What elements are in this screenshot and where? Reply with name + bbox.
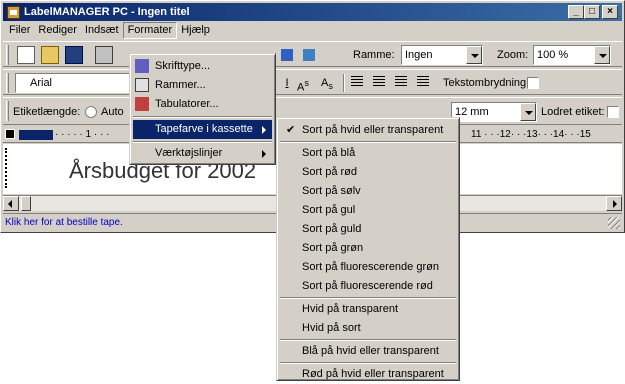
maximize-button[interactable]: □ (584, 5, 600, 19)
menu-rediger[interactable]: Rediger (34, 22, 81, 39)
window-title: LabelMANAGER PC - Ingen titel (24, 6, 190, 18)
toolbar-grip[interactable] (6, 45, 9, 65)
frame-icon (135, 78, 149, 92)
vertical-checkbox[interactable] (607, 106, 619, 118)
tape-option-sort-guld[interactable]: Sort på guld (280, 220, 456, 239)
menu-item-rammer[interactable]: Rammer... (133, 76, 272, 95)
font-icon (135, 59, 149, 73)
menu-item-tabulatorer[interactable]: Tabulatorer... (133, 95, 272, 114)
superscript-button[interactable]: As (293, 74, 313, 94)
insert-picture-icon[interactable] (301, 46, 319, 64)
subscript-button[interactable]: As (317, 74, 337, 92)
tape-option-sort-fluo-groen[interactable]: Sort på fluorescerende grøn (280, 258, 456, 277)
auto-radio[interactable] (85, 106, 97, 118)
tape-width-select[interactable]: 12 mm (451, 102, 537, 122)
menu-filer[interactable]: Filer (5, 22, 34, 39)
menu-item-skrifttype[interactable]: Skrifttype... (133, 57, 272, 76)
zoom-select[interactable]: 100 % (533, 45, 611, 65)
tape-option-sort-groen[interactable]: Sort på grøn (280, 239, 456, 258)
menu-formater[interactable]: Formater (122, 22, 178, 39)
print-icon[interactable] (95, 46, 113, 64)
menu-bar: Filer Rediger Indsæt Formater Hjælp (3, 22, 622, 39)
chevron-down-icon[interactable] (594, 46, 610, 64)
tab-icon (135, 97, 149, 111)
menu-indsaet[interactable]: Indsæt (81, 22, 123, 39)
wrap-checkbox[interactable] (527, 77, 539, 89)
scroll-right-icon[interactable] (606, 196, 622, 211)
align-right-icon[interactable] (395, 76, 407, 88)
new-file-icon[interactable] (17, 46, 35, 64)
tape-option-hvid-sort[interactable]: Hvid på sort (280, 319, 456, 338)
minimize-button[interactable]: _ (568, 5, 584, 19)
tape-color-menu: ✔ Sort på hvid eller transparent Sort på… (276, 117, 460, 381)
scroll-thumb[interactable] (21, 196, 31, 211)
tape-option-hvid-transparent[interactable]: Hvid på transparent (280, 300, 456, 319)
tape-option-sort-blaa[interactable]: Sort på blå (280, 144, 456, 163)
title-bar: LabelMANAGER PC - Ingen titel _ □ × (3, 3, 622, 21)
formater-menu: Skrifttype... Rammer... Tabulatorer... T… (129, 53, 276, 165)
save-icon[interactable] (65, 46, 83, 64)
tape-option-sort-roed[interactable]: Sort på rød (280, 163, 456, 182)
close-button[interactable]: × (602, 5, 618, 19)
label-length-label: Etiketlængde: (13, 106, 81, 118)
tape-option-roed-hvid[interactable]: Rød på hvid eller transparent (280, 365, 456, 384)
align-justify-icon[interactable] (417, 76, 429, 88)
auto-option-label: Auto (101, 106, 124, 118)
frame-select[interactable]: Ingen (401, 45, 483, 65)
submenu-arrow-icon (262, 126, 266, 134)
chevron-down-icon[interactable] (520, 103, 536, 121)
open-folder-icon[interactable] (41, 46, 59, 64)
scroll-left-icon[interactable] (3, 196, 19, 211)
format-toolbar: Arial I As As Tekstombrydning: (3, 69, 622, 95)
submenu-arrow-icon (262, 150, 266, 158)
toolbar-grip[interactable] (6, 101, 9, 121)
toolbar-grip[interactable] (6, 73, 9, 93)
tape-option-sort-hvid[interactable]: ✔ Sort på hvid eller transparent (280, 121, 456, 140)
tape-option-sort-gul[interactable]: Sort på gul (280, 201, 456, 220)
chevron-down-icon[interactable] (466, 46, 482, 64)
ruler-marker[interactable] (5, 129, 15, 139)
zoom-label: Zoom: (497, 49, 529, 61)
resize-grip[interactable] (608, 217, 620, 229)
app-icon (7, 5, 20, 19)
menu-item-tapefarve[interactable]: Tapefarve i kassette (133, 120, 272, 139)
tape-option-sort-soelv[interactable]: Sort på sølv (280, 182, 456, 201)
menu-item-vaerktoejslinjer[interactable]: Værktøjslinjer (133, 144, 272, 163)
checkmark-icon: ✔ (286, 124, 296, 136)
align-left-icon[interactable] (351, 76, 363, 88)
frame-label: Ramme: (353, 49, 395, 61)
insert-image-icon[interactable] (279, 46, 297, 64)
font-select[interactable]: Arial (15, 73, 133, 93)
symbols-icon[interactable] (323, 46, 341, 64)
wrap-label: Tekstombrydning: (443, 77, 530, 89)
align-center-icon[interactable] (373, 76, 385, 88)
menu-hjaelp[interactable]: Hjælp (177, 22, 214, 39)
tape-option-sort-fluo-roed[interactable]: Sort på fluorescerende rød (280, 277, 456, 296)
tape-option-blaa-hvid[interactable]: Blå på hvid eller transparent (280, 342, 456, 361)
standard-toolbar: Ramme: Ingen Zoom: 100 % (3, 41, 622, 67)
order-tape-link[interactable]: Klik her for at bestille tape. (5, 217, 123, 228)
vertical-label: Lodret etiket: (541, 106, 605, 118)
